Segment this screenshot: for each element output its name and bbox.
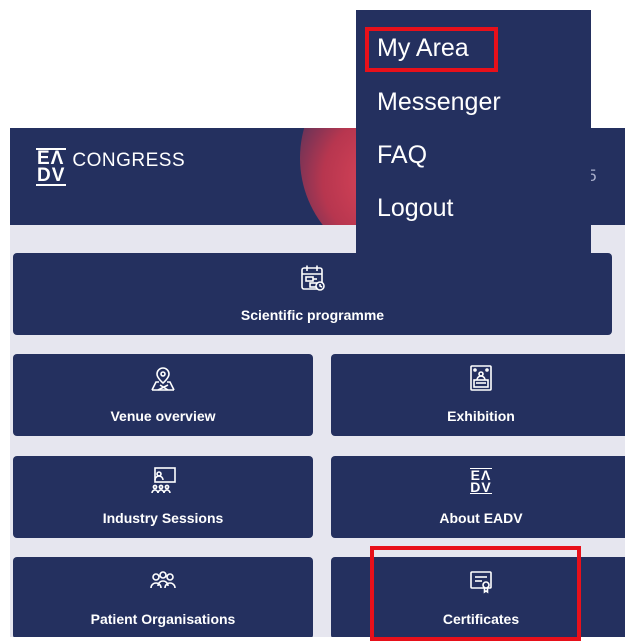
about-logo-bottom: DV: [470, 479, 492, 495]
eadv-congress-logo[interactable]: EΛ DV CONGRESS: [36, 148, 185, 186]
tile-scientific-programme[interactable]: Scientific programme: [13, 253, 612, 335]
user-dropdown-menu: My Area Messenger FAQ Logout: [356, 10, 591, 258]
tile-venue-overview[interactable]: Venue overview: [13, 354, 313, 436]
tile-label: Certificates: [442, 611, 520, 627]
menu-item-faq[interactable]: FAQ: [377, 141, 427, 170]
presentation-audience-icon: [148, 466, 178, 496]
tile-label: Scientific programme: [240, 307, 385, 323]
menu-item-logout[interactable]: Logout: [377, 194, 453, 223]
menu-item-my-area[interactable]: My Area: [377, 34, 469, 63]
tile-label: Venue overview: [110, 408, 216, 424]
logo-mark-bottom: DV: [37, 165, 66, 186]
eadv-logo-icon: EΛ DV: [470, 466, 492, 496]
about-logo-mark: EΛ DV: [470, 468, 492, 495]
tile-industry-sessions[interactable]: Industry Sessions: [13, 456, 313, 538]
tile-label: Patient Organisations: [90, 611, 236, 627]
exhibition-booth-icon: [468, 364, 494, 394]
tile-patient-organisations[interactable]: Patient Organisations: [13, 557, 313, 637]
tile-certificates[interactable]: Certificates: [331, 557, 625, 637]
tile-label: Exhibition: [447, 408, 515, 424]
map-pin-icon: [149, 364, 177, 394]
tile-label: Industry Sessions: [102, 510, 224, 526]
calendar-programme-icon: [300, 263, 326, 293]
logo-text: CONGRESS: [72, 150, 186, 171]
tile-about-eadv[interactable]: EΛ DV About EADV: [331, 456, 625, 538]
menu-item-messenger[interactable]: Messenger: [377, 88, 501, 117]
people-group-icon: [148, 567, 178, 597]
tile-label: About EADV: [439, 510, 523, 526]
certificate-icon: [468, 567, 494, 597]
tile-exhibition[interactable]: Exhibition: [331, 354, 625, 436]
eadv-logo-mark: EΛ DV: [36, 148, 67, 186]
